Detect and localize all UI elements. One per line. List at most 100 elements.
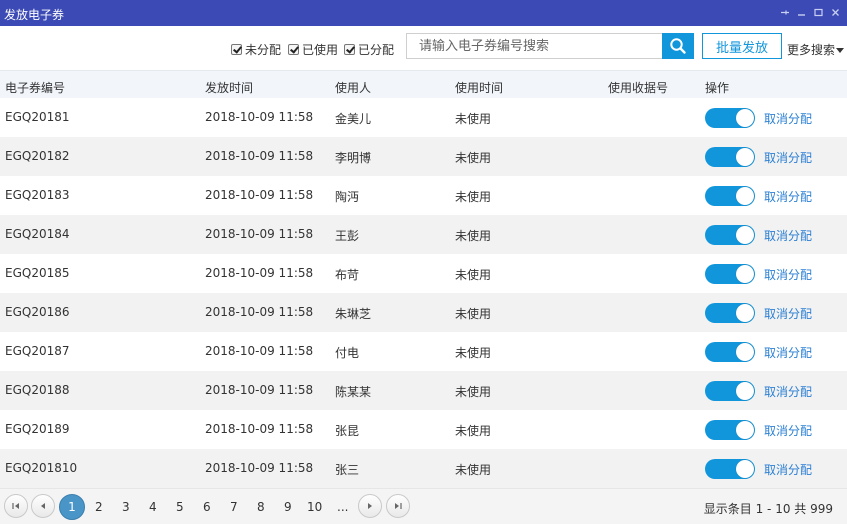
- user-name: 张昆: [335, 424, 360, 438]
- table-row[interactable]: EGQ201810 2018-10-09 11:58 张三 未使用 取消分配: [0, 449, 847, 488]
- coupon-id: EGQ20187: [5, 344, 70, 358]
- table-row[interactable]: EGQ20187 2018-10-09 11:58 付电 未使用 取消分配: [0, 332, 847, 371]
- filter-label: 未分配: [245, 43, 282, 57]
- cancel-assign-link[interactable]: 取消分配: [764, 461, 812, 478]
- filter-used-checkbox[interactable]: 已使用: [288, 41, 338, 58]
- pin-icon[interactable]: [779, 7, 790, 18]
- cancel-assign-link[interactable]: 取消分配: [764, 383, 812, 400]
- table-row[interactable]: EGQ20188 2018-10-09 11:58 陈某某 未使用 取消分配: [0, 371, 847, 410]
- toggle-knob: [736, 148, 754, 166]
- search-input[interactable]: [406, 33, 662, 59]
- table-row[interactable]: EGQ20189 2018-10-09 11:58 张昆 未使用 取消分配: [0, 410, 847, 449]
- column-header-id[interactable]: 电子券编号: [5, 79, 65, 96]
- issue-time: 2018-10-09 11:58: [205, 110, 314, 124]
- next-page-button[interactable]: [358, 494, 382, 518]
- assign-toggle[interactable]: [705, 381, 755, 401]
- window-controls: [779, 7, 841, 18]
- table-row[interactable]: EGQ20182 2018-10-09 11:58 李明博 未使用 取消分配: [0, 137, 847, 176]
- page-button[interactable]: 8: [257, 500, 265, 514]
- used-time: 未使用: [455, 229, 492, 243]
- assign-toggle[interactable]: [705, 420, 755, 440]
- search-icon: [670, 38, 686, 54]
- coupon-id: EGQ20184: [5, 227, 70, 241]
- user-name: 朱琳芝: [335, 307, 372, 321]
- page-info: 显示条目 1 - 10 共 999: [703, 502, 833, 516]
- filter-assigned-checkbox[interactable]: 已分配: [344, 41, 394, 58]
- page-button[interactable]: 5: [176, 500, 184, 514]
- cancel-assign-link[interactable]: 取消分配: [764, 110, 812, 127]
- user-name: 布苛: [335, 268, 360, 282]
- page-button[interactable]: 9: [284, 500, 292, 514]
- page-button[interactable]: 6: [203, 500, 211, 514]
- assign-toggle[interactable]: [705, 459, 755, 479]
- assign-toggle[interactable]: [705, 225, 755, 245]
- page-button[interactable]: 10: [307, 500, 322, 514]
- table-row[interactable]: EGQ20185 2018-10-09 11:58 布苛 未使用 取消分配: [0, 254, 847, 293]
- last-page-button[interactable]: [386, 494, 410, 518]
- page-button[interactable]: 2: [95, 500, 103, 514]
- more-search-label: 更多搜索: [787, 43, 836, 57]
- used-time: 未使用: [455, 151, 492, 165]
- cancel-assign-link[interactable]: 取消分配: [764, 422, 812, 439]
- table-body: EGQ20181 2018-10-09 11:58 金美儿 未使用 取消分配 E…: [0, 98, 847, 488]
- user-name: 金美儿: [335, 112, 372, 126]
- toggle-knob: [736, 343, 754, 361]
- table-row[interactable]: EGQ20181 2018-10-09 11:58 金美儿 未使用 取消分配: [0, 98, 847, 137]
- assign-toggle[interactable]: [705, 108, 755, 128]
- filter-label: 已分配: [358, 43, 395, 57]
- assign-toggle[interactable]: [705, 186, 755, 206]
- issue-time: 2018-10-09 11:58: [205, 422, 314, 436]
- page-button[interactable]: 3: [122, 500, 130, 514]
- maximize-icon[interactable]: [813, 7, 824, 18]
- minimize-icon[interactable]: [796, 7, 807, 18]
- batch-issue-button[interactable]: 批量发放: [702, 33, 782, 59]
- cancel-assign-link[interactable]: 取消分配: [764, 344, 812, 361]
- checkbox-checked-icon[interactable]: [344, 44, 355, 55]
- cancel-assign-link[interactable]: 取消分配: [764, 188, 812, 205]
- checkbox-checked-icon[interactable]: [231, 44, 242, 55]
- column-header-receipt[interactable]: 使用收据号: [608, 79, 668, 96]
- toggle-knob: [736, 382, 754, 400]
- coupon-id: EGQ20181: [5, 110, 70, 124]
- coupon-id: EGQ20182: [5, 149, 70, 163]
- cancel-assign-link[interactable]: 取消分配: [764, 227, 812, 244]
- issue-time: 2018-10-09 11:58: [205, 344, 314, 358]
- column-header-used-time[interactable]: 使用时间: [455, 79, 503, 96]
- coupon-id: EGQ20183: [5, 188, 70, 202]
- more-search-dropdown[interactable]: 更多搜索: [787, 41, 845, 58]
- table-row[interactable]: EGQ20186 2018-10-09 11:58 朱琳芝 未使用 取消分配: [0, 293, 847, 332]
- column-header-issue-time[interactable]: 发放时间: [205, 79, 253, 96]
- close-icon[interactable]: [830, 7, 841, 18]
- used-time: 未使用: [455, 424, 492, 438]
- cancel-assign-link[interactable]: 取消分配: [764, 149, 812, 166]
- assign-toggle[interactable]: [705, 264, 755, 284]
- toggle-knob: [736, 460, 754, 478]
- column-header-action: 操作: [705, 81, 730, 95]
- assign-toggle[interactable]: [705, 342, 755, 362]
- issue-time: 2018-10-09 11:58: [205, 461, 314, 475]
- first-page-button[interactable]: [4, 494, 28, 518]
- prev-page-button[interactable]: [31, 494, 55, 518]
- assign-toggle[interactable]: [705, 147, 755, 167]
- chevron-down-icon: [836, 48, 845, 53]
- table-row[interactable]: EGQ20184 2018-10-09 11:58 王彭 未使用 取消分配: [0, 215, 847, 254]
- table-row[interactable]: EGQ20183 2018-10-09 11:58 陶沔 未使用 取消分配: [0, 176, 847, 215]
- column-header-user[interactable]: 使用人: [335, 79, 371, 96]
- cancel-assign-link[interactable]: 取消分配: [764, 305, 812, 322]
- cancel-assign-link[interactable]: 取消分配: [764, 266, 812, 283]
- used-time: 未使用: [455, 307, 492, 321]
- filter-unassigned-checkbox[interactable]: 未分配: [231, 41, 281, 58]
- page-button[interactable]: 4: [149, 500, 157, 514]
- page-ellipsis: ...: [337, 500, 349, 514]
- assign-toggle[interactable]: [705, 303, 755, 323]
- used-time: 未使用: [455, 112, 492, 126]
- coupon-id: EGQ201810: [5, 461, 78, 475]
- toolbar: 未分配 已使用 已分配 批量发放 更多搜索: [0, 26, 847, 70]
- table-header: 电子券编号 发放时间 使用人 使用时间 使用收据号 操作: [0, 70, 847, 98]
- page-button[interactable]: 7: [230, 500, 238, 514]
- search-button[interactable]: [662, 33, 694, 59]
- page-button-current[interactable]: 1: [59, 494, 85, 520]
- coupon-id: EGQ20188: [5, 383, 70, 397]
- issue-time: 2018-10-09 11:58: [205, 227, 314, 241]
- checkbox-checked-icon[interactable]: [288, 44, 299, 55]
